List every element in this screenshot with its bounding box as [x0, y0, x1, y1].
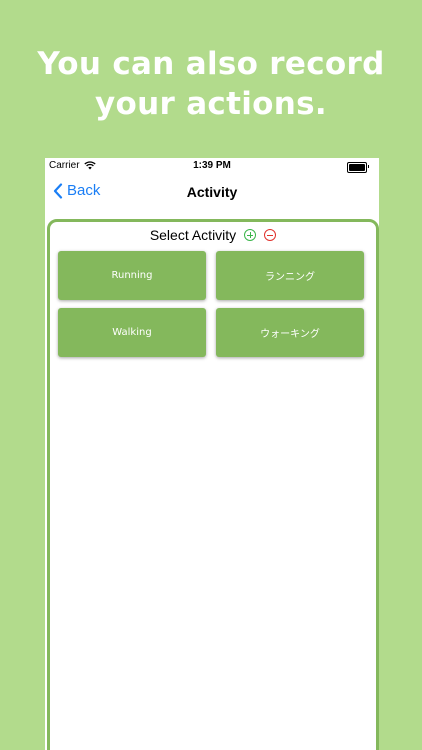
navigation-bar: Back Activity — [45, 174, 379, 212]
phone-screen: Carrier 1:39 PM Back Activity Select Act… — [45, 158, 379, 750]
activity-button-running-ja[interactable]: ランニング — [216, 251, 364, 300]
activity-button-running[interactable]: Running — [58, 251, 206, 300]
page-title: Activity — [186, 184, 238, 200]
card-header: Select Activity — [50, 226, 376, 244]
activity-button-walking[interactable]: Walking — [58, 308, 206, 357]
add-circle-icon[interactable] — [244, 229, 257, 241]
promo-headline-line1: You can also record — [37, 46, 385, 82]
battery-icon — [347, 162, 369, 173]
promo-headline: You can also record your actions. — [0, 44, 422, 124]
status-time: 1:39 PM — [193, 160, 231, 171]
promo-headline-line2: your actions. — [95, 86, 327, 122]
activity-button-walking-ja[interactable]: ウォーキング — [216, 308, 364, 357]
activity-card: Select Activity Running ランニング Walking ウォ… — [47, 219, 379, 750]
card-title: Select Activity — [149, 227, 237, 243]
remove-circle-icon[interactable] — [264, 229, 277, 241]
activity-grid: Running ランニング Walking ウォーキング — [58, 251, 368, 357]
status-bar: Carrier 1:39 PM — [45, 158, 379, 174]
